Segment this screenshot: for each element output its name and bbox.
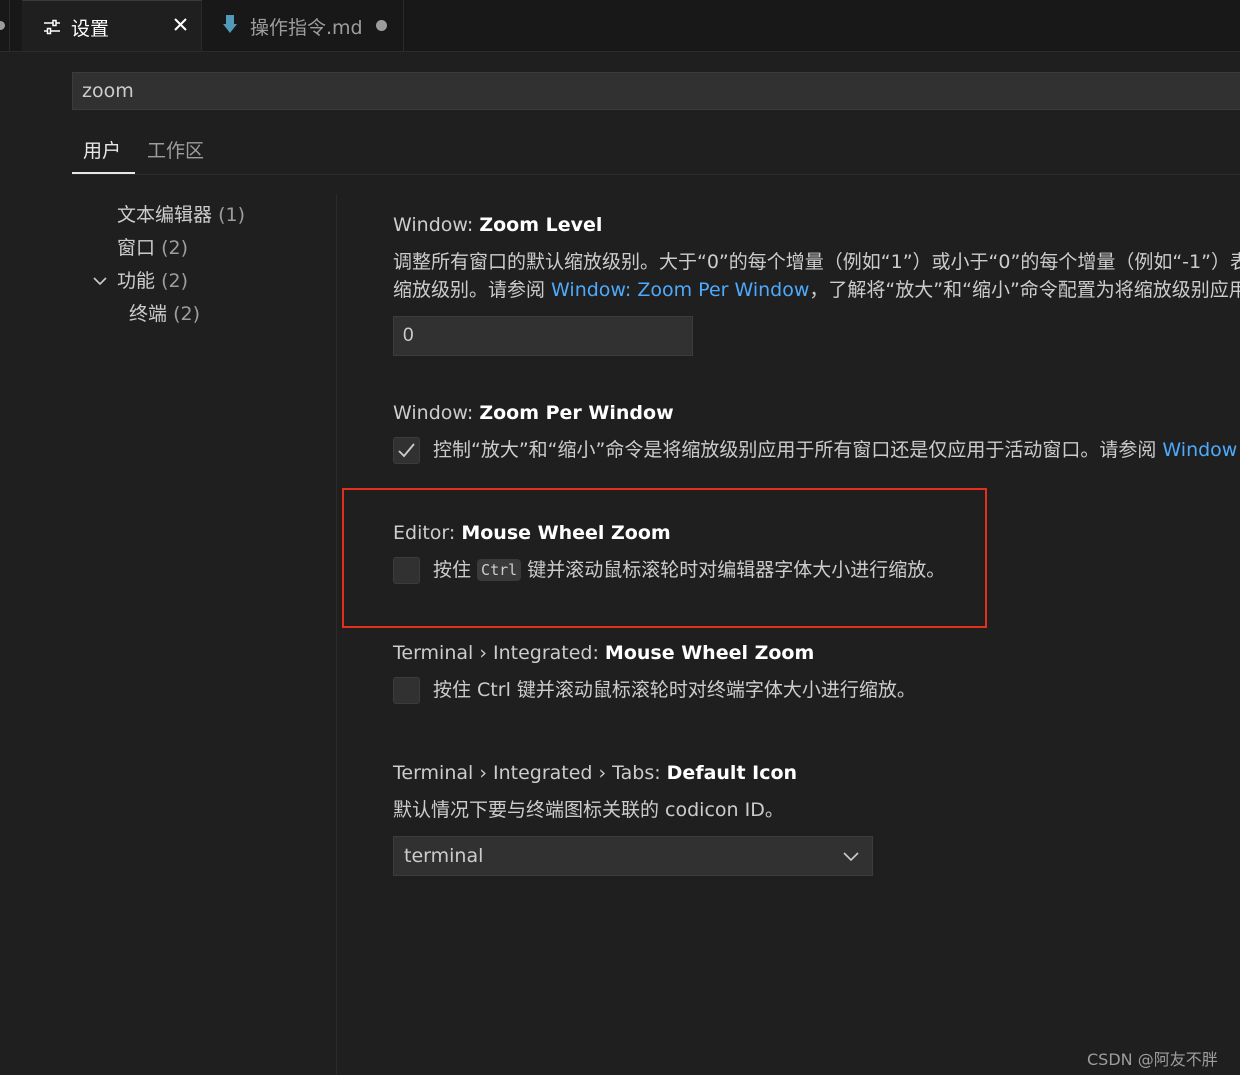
tab-settings[interactable]: 设置 [22, 0, 202, 51]
markdown-file-icon [223, 15, 237, 33]
unsaved-dot-icon[interactable] [376, 20, 387, 31]
setting-window-zoom-level: Window: Zoom Level [393, 214, 602, 236]
keybinding-code-chip: Ctrl [477, 559, 522, 581]
toc-item-label: 窗口 [117, 237, 156, 259]
setting-editor-mouse-wheel-zoom: Editor: Mouse Wheel Zoom [393, 522, 671, 544]
dirty-dot-icon [0, 21, 5, 30]
setting-description: 调整所有窗口的默认缩放级别。大于“0”的每个增量（例如“1”）或小于“0”的每个… [393, 248, 1240, 304]
toc-item-text-editor[interactable]: 文本编辑器 (1) [117, 200, 245, 227]
toc-item-terminal[interactable]: 终端 (2) [129, 299, 200, 326]
setting-title: Editor: Mouse Wheel Zoom [393, 522, 671, 544]
setting-description-text: 缩放级别。请参阅 [393, 279, 552, 301]
tab-settings-label: 设置 [71, 18, 110, 40]
editor-tab-bar: 设置 操作指令.md [0, 0, 1240, 52]
tab-markdown-label: 操作指令.md [250, 17, 363, 39]
terminal-mouse-wheel-zoom-checkbox[interactable] [393, 677, 420, 704]
toc-item-count: (2) [161, 237, 188, 259]
setting-description: 默认情况下要与终端图标关联的 codicon ID。 [393, 799, 784, 821]
setting-category: Terminal › Integrated: [393, 642, 605, 664]
setting-key: Zoom Level [479, 214, 603, 236]
setting-terminal-mouse-wheel-zoom: Terminal › Integrated: Mouse Wheel Zoom [393, 642, 814, 664]
setting-key: Default Icon [666, 762, 798, 784]
settings-search-input[interactable] [72, 72, 1240, 110]
tab-workspace-settings[interactable]: 工作区 [147, 136, 204, 175]
setting-link-window[interactable]: Window [1162, 439, 1237, 461]
watermark: CSDN @阿友不胖 [1087, 1050, 1218, 1069]
setting-category: Window: [393, 214, 480, 236]
chevron-down-icon[interactable] [91, 272, 109, 290]
setting-description: 按住 Ctrl 键并滚动鼠标滚轮时对终端字体大小进行缩放。 [433, 679, 916, 701]
toc-item-features[interactable]: 功能 (2) [117, 266, 188, 293]
setting-category: Editor: [393, 522, 462, 544]
toc-item-count: (2) [161, 270, 188, 292]
setting-description-line: 缩放级别。请参阅 Window: Zoom Per Window，了解将“放大”… [393, 276, 1240, 304]
setting-title: Window: Zoom Per Window [393, 402, 674, 424]
setting-description-text: 按住 [433, 559, 478, 581]
setting-key: Zoom Per Window [479, 402, 674, 424]
setting-key: Mouse Wheel Zoom [604, 642, 815, 664]
checkmark-icon [398, 443, 415, 458]
active-tab-underline [72, 172, 135, 174]
setting-description: 控制“放大”和“缩小”命令是将缩放级别应用于所有窗口还是仅应用于活动窗口。请参阅… [433, 436, 1237, 464]
toc-item-window[interactable]: 窗口 (2) [117, 233, 188, 260]
setting-description-text: 键并滚动鼠标滚轮时对编辑器字体大小进行缩放。 [521, 559, 946, 581]
zoom-per-window-checkbox[interactable] [393, 437, 420, 464]
toc-item-count: (2) [173, 303, 200, 325]
setting-description: 按住 Ctrl 键并滚动鼠标滚轮时对编辑器字体大小进行缩放。 [433, 556, 945, 584]
editor-mouse-wheel-zoom-checkbox[interactable] [393, 557, 420, 584]
setting-category: Window: [393, 402, 480, 424]
setting-description-line: 调整所有窗口的默认缩放级别。大于“0”的每个增量（例如“1”）或小于“0”的每个… [393, 251, 1240, 273]
setting-description-text: ，了解将“放大”和“缩小”命令配置为将缩放级别应用于 [809, 279, 1240, 301]
setting-window-zoom-per-window: Window: Zoom Per Window [393, 402, 674, 424]
settings-editor-window: 设置 操作指令.md 用户 工作区 文本编辑器 (1) 窗口 (2) [0, 0, 1240, 1075]
setting-title: Terminal › Integrated: Mouse Wheel Zoom [393, 642, 814, 664]
toc-item-count: (1) [218, 204, 245, 226]
setting-category: Terminal › Integrated › Tabs: [393, 762, 667, 784]
setting-terminal-default-icon: Terminal › Integrated › Tabs: Default Ic… [393, 762, 797, 784]
toc-item-label: 终端 [129, 303, 168, 325]
select-value: terminal [404, 845, 484, 867]
chevron-down-icon [843, 852, 859, 862]
toc-divider [336, 194, 337, 1075]
setting-description-text: 控制“放大”和“缩小”命令是将缩放级别应用于所有窗口还是仅应用于活动窗口。请参阅 [433, 439, 1163, 461]
tab-previous-partial[interactable] [0, 0, 10, 51]
toc-item-label: 功能 [117, 270, 156, 292]
tab-user-settings[interactable]: 用户 [83, 136, 121, 175]
settings-toc: 文本编辑器 (1) 窗口 (2) 功能 (2) 终端 (2) [0, 190, 336, 1075]
settings-scope-tabs: 用户 工作区 [72, 130, 1240, 175]
setting-title: Terminal › Integrated › Tabs: Default Ic… [393, 762, 797, 784]
close-icon[interactable] [172, 16, 189, 33]
setting-title: Window: Zoom Level [393, 214, 602, 236]
settings-sliders-icon [44, 19, 60, 35]
zoom-level-input[interactable] [393, 316, 693, 356]
setting-link-zoom-per-window[interactable]: Window: Zoom Per Window [551, 279, 809, 301]
default-icon-select[interactable]: terminal [393, 836, 873, 876]
tab-markdown-file[interactable]: 操作指令.md [202, 0, 404, 51]
setting-key: Mouse Wheel Zoom [461, 522, 671, 544]
toc-item-label: 文本编辑器 [117, 204, 213, 226]
